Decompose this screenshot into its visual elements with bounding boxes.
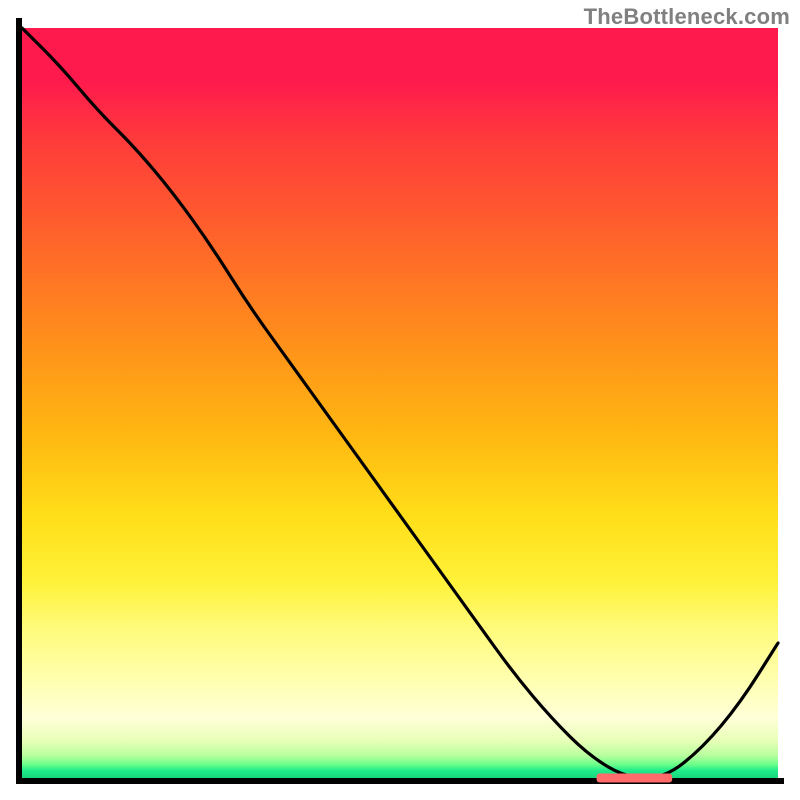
attribution-label: TheBottleneck.com: [584, 4, 790, 30]
bottleneck-curve: [22, 28, 778, 778]
optimum-marker: [597, 774, 673, 783]
chart-overlay: [22, 28, 778, 778]
